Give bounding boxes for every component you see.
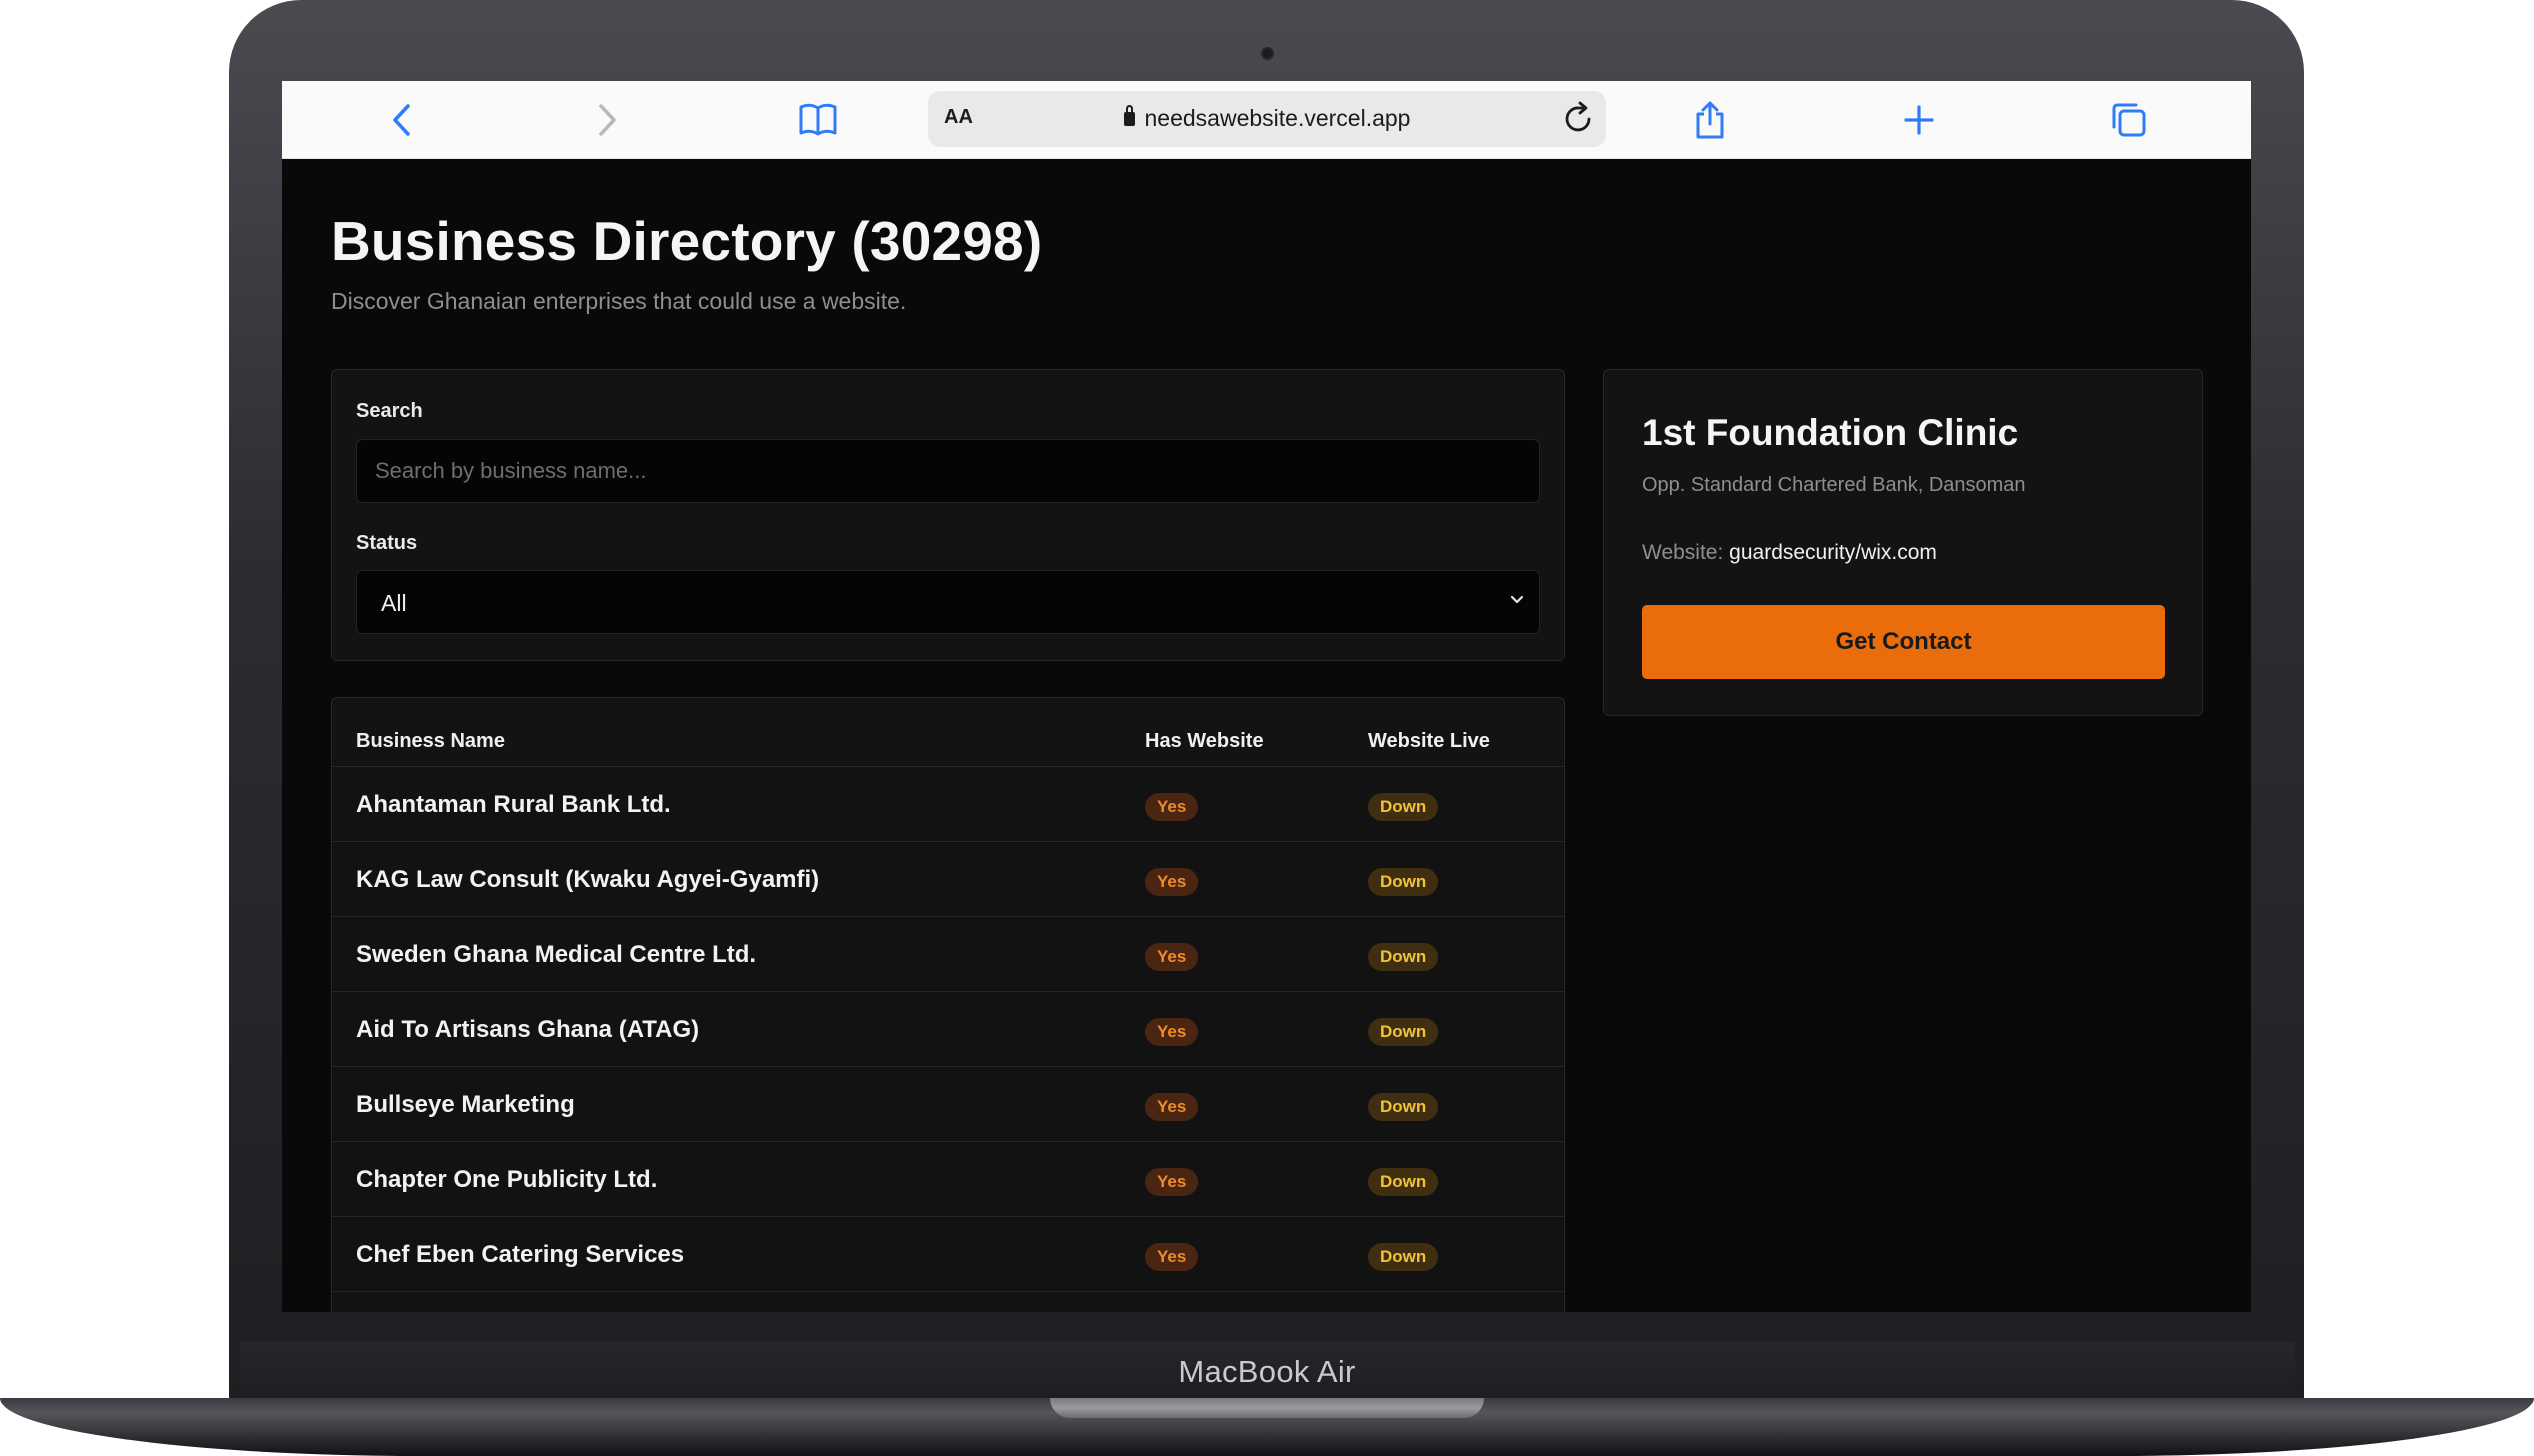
business-name: Sweden Ghana Medical Centre Ltd. bbox=[356, 941, 757, 968]
has-website-badge: Yes bbox=[1145, 793, 1199, 821]
share-icon[interactable] bbox=[1689, 99, 1731, 141]
business-name: KAG Law Consult (Kwaku Agyei-Gyamfi) bbox=[356, 866, 820, 893]
table-row[interactable] bbox=[332, 1291, 1564, 1312]
has-website-badge: Yes bbox=[1145, 943, 1199, 971]
detail-business-name: 1st Foundation Clinic bbox=[1642, 412, 2019, 453]
business-name: Chapter One Publicity Ltd. bbox=[356, 1166, 658, 1193]
business-name: Ahantaman Rural Bank Ltd. bbox=[356, 791, 671, 818]
status-select[interactable]: All bbox=[356, 570, 1540, 634]
book-icon[interactable] bbox=[797, 99, 839, 141]
website-live-badge: Down bbox=[1368, 868, 1439, 896]
has-website-badge: Yes bbox=[1145, 1243, 1199, 1271]
detail-website: Website: guardsecurity/wix.com bbox=[1642, 541, 1937, 565]
reload-icon[interactable] bbox=[1564, 101, 1594, 141]
website-live-badge: Down bbox=[1368, 1018, 1439, 1046]
search-label: Search bbox=[356, 400, 423, 422]
table-row[interactable]: KAG Law Consult (Kwaku Agyei-Gyamfi) Yes… bbox=[332, 841, 1564, 916]
table-row[interactable]: Chapter One Publicity Ltd. Yes Down bbox=[332, 1141, 1564, 1216]
website-live-badge: Down bbox=[1368, 1093, 1439, 1121]
business-name: Bullseye Marketing bbox=[356, 1091, 575, 1118]
table-row[interactable]: Bullseye Marketing Yes Down bbox=[332, 1066, 1564, 1141]
website-live-badge: Down bbox=[1368, 793, 1439, 821]
website-value[interactable]: guardsecurity/wix.com bbox=[1729, 541, 1937, 564]
browser-toolbar: AA needsawebsite.vercel.app bbox=[282, 81, 2251, 159]
screen: AA needsawebsite.vercel.app Business Dir… bbox=[282, 81, 2251, 1312]
plus-icon[interactable] bbox=[1898, 99, 1940, 141]
status-label: Status bbox=[356, 532, 418, 554]
website-label: Website: bbox=[1642, 541, 1724, 564]
table-row[interactable]: Ahantaman Rural Bank Ltd. Yes Down bbox=[332, 766, 1564, 841]
page-title: Business Directory (30298) bbox=[331, 210, 1043, 272]
tabs-icon[interactable] bbox=[2108, 99, 2150, 141]
table-row[interactable]: Sweden Ghana Medical Centre Ltd. Yes Dow… bbox=[332, 916, 1564, 991]
has-website-badge: Yes bbox=[1145, 868, 1199, 896]
filters-panel: Search Status All bbox=[331, 369, 1565, 661]
has-website-badge: Yes bbox=[1145, 1018, 1199, 1046]
address-bar[interactable]: AA needsawebsite.vercel.app bbox=[928, 91, 1606, 147]
column-header-business-name[interactable]: Business Name bbox=[356, 730, 505, 753]
url-text: needsawebsite.vercel.app bbox=[928, 105, 1606, 132]
has-website-badge: Yes bbox=[1145, 1093, 1199, 1121]
laptop-base-notch bbox=[1050, 1398, 1484, 1418]
business-table: Business Name Has Website Website Live A… bbox=[331, 697, 1565, 1312]
get-contact-button[interactable]: Get Contact bbox=[1642, 605, 2165, 679]
table-row[interactable]: Aid To Artisans Ghana (ATAG) Yes Down bbox=[332, 991, 1564, 1066]
table-row[interactable]: Chef Eben Catering Services Yes Down bbox=[332, 1216, 1564, 1291]
search-input[interactable] bbox=[356, 439, 1540, 503]
column-header-has-website[interactable]: Has Website bbox=[1145, 730, 1264, 753]
business-name: Chef Eben Catering Services bbox=[356, 1241, 685, 1268]
detail-address: Opp. Standard Chartered Bank, Dansoman bbox=[1642, 474, 2026, 496]
camera-icon bbox=[1261, 47, 1274, 60]
column-header-website-live[interactable]: Website Live bbox=[1368, 730, 1490, 753]
chevron-left-icon[interactable] bbox=[380, 99, 422, 141]
status-select-value: All bbox=[381, 590, 407, 616]
chevron-down-icon bbox=[1509, 589, 1525, 612]
has-website-badge: Yes bbox=[1145, 1168, 1199, 1196]
business-detail-card: 1st Foundation Clinic Opp. Standard Char… bbox=[1603, 369, 2203, 716]
page-subtitle: Discover Ghanaian enterprises that could… bbox=[331, 288, 907, 314]
website-live-badge: Down bbox=[1368, 1168, 1439, 1196]
business-name: Aid To Artisans Ghana (ATAG) bbox=[356, 1016, 700, 1043]
website-live-badge: Down bbox=[1368, 1243, 1439, 1271]
device-label: MacBook Air bbox=[1178, 1354, 1356, 1389]
chevron-right-icon[interactable] bbox=[587, 99, 629, 141]
website-live-badge: Down bbox=[1368, 943, 1439, 971]
lock-icon bbox=[1123, 105, 1135, 126]
